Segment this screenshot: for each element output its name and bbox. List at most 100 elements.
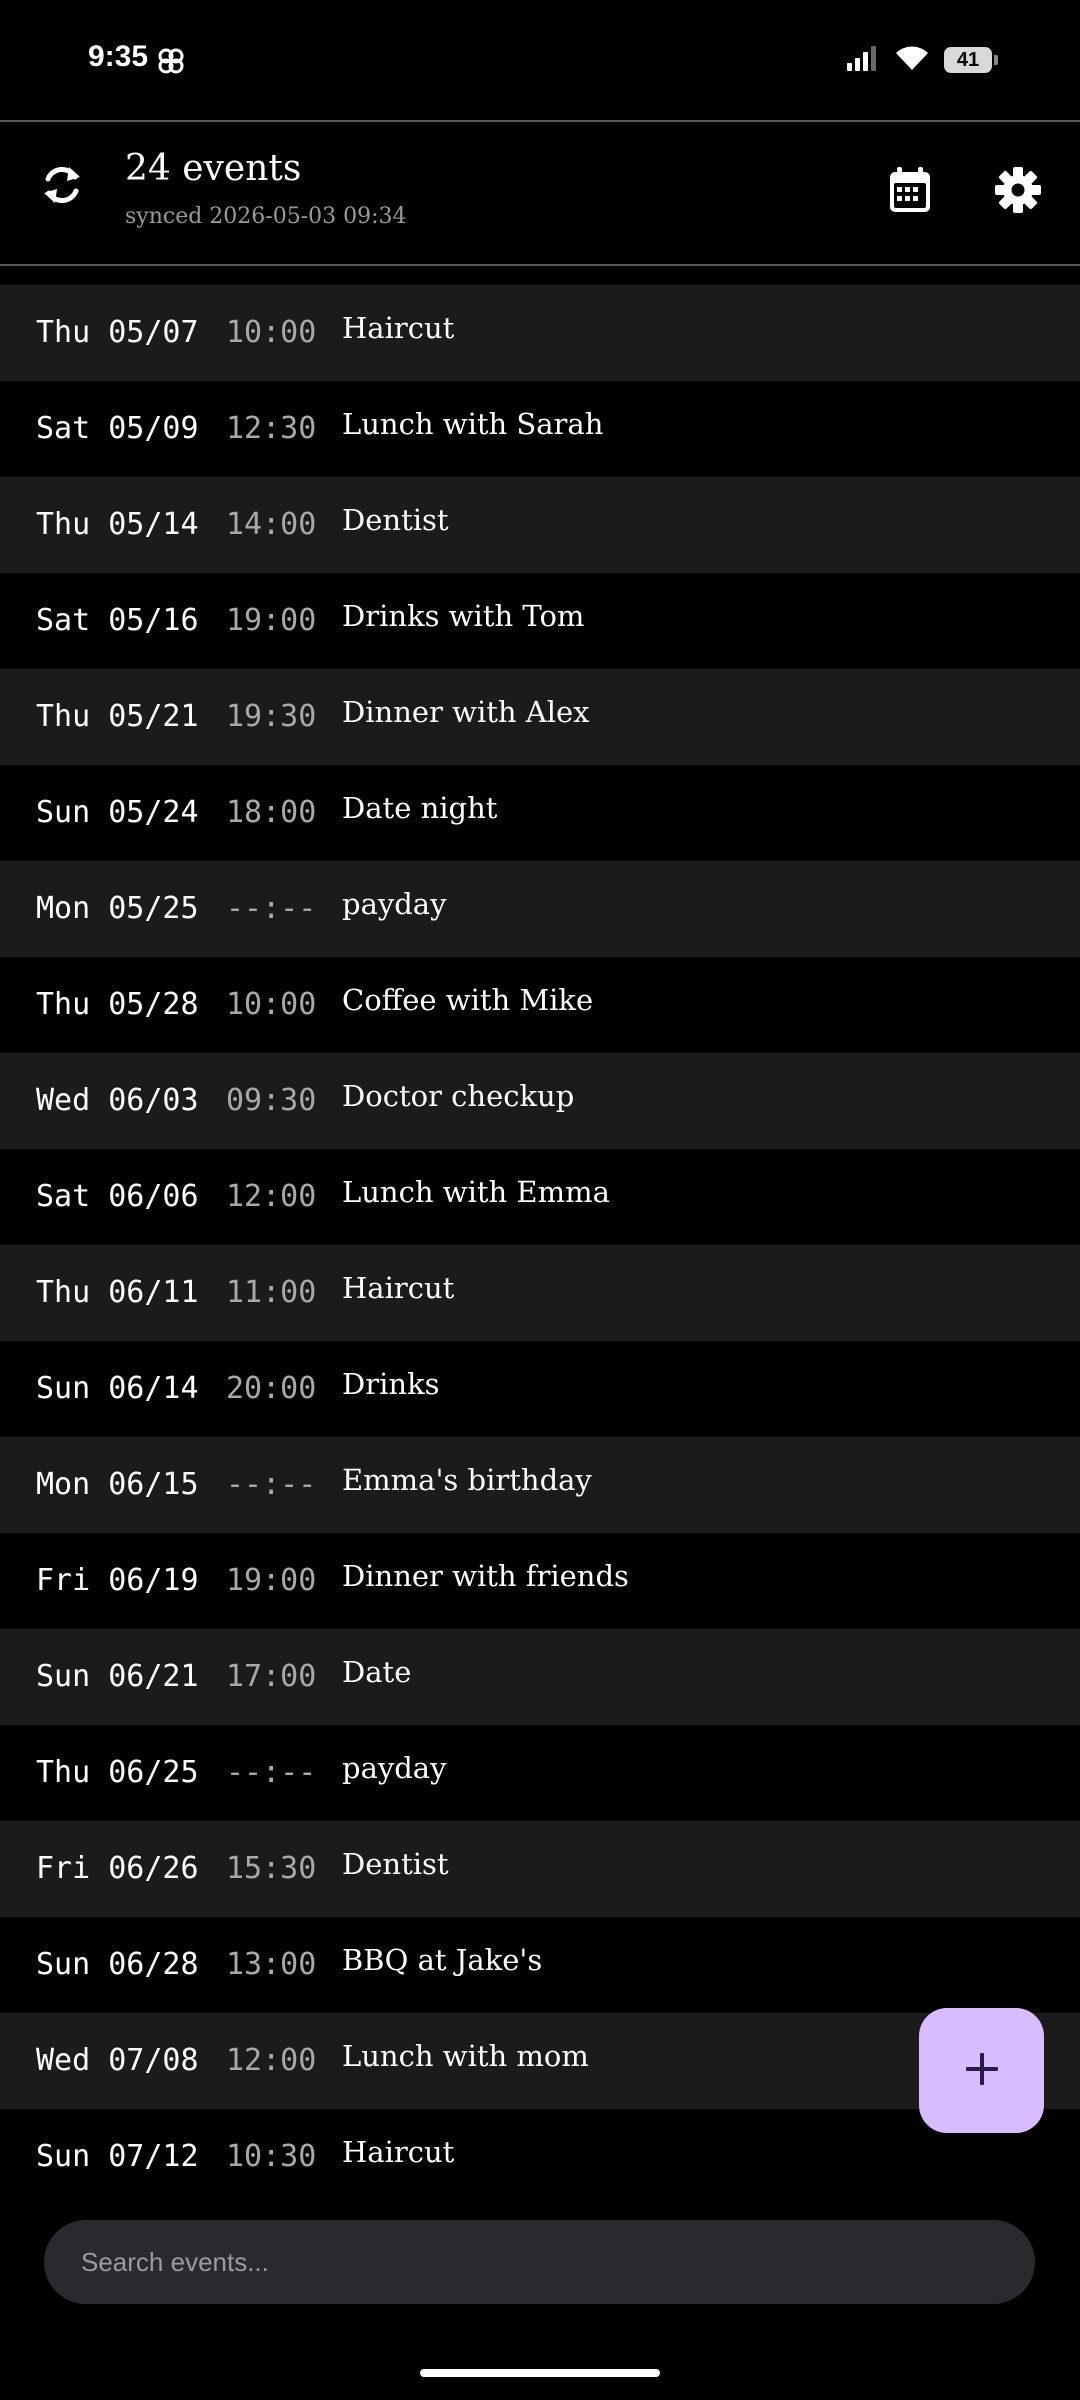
settings-button[interactable] [988,162,1048,222]
event-title: Doctor checkup [342,1079,575,1113]
event-date: Mon 06/15 [36,1467,199,1502]
event-date: Thu 05/07 [36,315,199,350]
event-title: Haircut [342,311,455,345]
event-row[interactable]: Mon 05/25 --:-- payday [0,861,1080,957]
status-bar: 9:35 41 [0,0,1080,120]
calendar-icon [888,166,932,218]
event-row[interactable]: Sun 07/12 10:30 Haircut [0,2109,1080,2205]
search-input[interactable] [44,2220,1035,2304]
event-date: Thu 05/28 [36,987,199,1022]
plus-icon [962,2049,1002,2093]
signal-icon [846,45,880,75]
event-title: BBQ at Jake's [342,1943,543,1977]
header-bottom-divider [0,264,1080,266]
event-time: 12:30 [226,411,317,446]
event-title: Drinks with Tom [342,599,585,633]
event-time: 13:00 [226,1947,317,1982]
event-title: Lunch with Emma [342,1175,610,1209]
event-row[interactable]: Thu 05/07 10:00 Haircut [0,285,1080,381]
event-date: Sat 06/06 [36,1179,199,1214]
event-time: 10:30 [226,2139,317,2174]
event-date: Sun 05/24 [36,795,199,830]
sync-status-text: synced 2026-05-03 09:34 [125,204,407,229]
event-date: Mon 05/25 [36,891,199,926]
event-date: Fri 06/19 [36,1563,199,1598]
event-date: Wed 06/03 [36,1083,199,1118]
event-date: Thu 06/11 [36,1275,199,1310]
wifi-icon [894,44,930,76]
event-time: 11:00 [226,1275,317,1310]
event-time: 09:30 [226,1083,317,1118]
event-time: 15:30 [226,1851,317,1886]
event-row[interactable]: Wed 07/08 12:00 Lunch with mom [0,2013,1080,2109]
event-time: 19:00 [226,603,317,638]
event-row[interactable]: Thu 06/11 11:00 Haircut [0,1245,1080,1341]
event-row[interactable]: Thu 05/21 19:30 Dinner with Alex [0,669,1080,765]
event-date: Thu 05/21 [36,699,199,734]
event-title: Dinner with friends [342,1559,629,1593]
event-title: Haircut [342,1271,455,1305]
event-time: 12:00 [226,1179,317,1214]
event-row[interactable]: Thu 06/25 --:-- payday [0,1725,1080,1821]
event-row[interactable]: Sat 05/16 19:00 Drinks with Tom [0,573,1080,669]
event-title: Dentist [342,1847,449,1881]
event-date: Thu 06/25 [36,1755,199,1790]
event-title: Date night [342,791,498,825]
event-row[interactable]: Sun 05/24 18:00 Date night [0,765,1080,861]
status-time: 9:35 [88,40,149,73]
event-date: Fri 06/26 [36,1851,199,1886]
event-list: Thu 05/07 10:00 Haircut Sat 05/09 12:30 Lunch… [0,285,1080,2205]
event-title: Dinner with Alex [342,695,590,729]
event-title: Lunch with mom [342,2039,589,2073]
event-row[interactable]: Sun 06/14 20:00 Drinks [0,1341,1080,1437]
battery-level: 41 [956,49,980,71]
status-icons: 41 [846,44,998,76]
event-date: Thu 05/14 [36,507,199,542]
app-header: 24 events synced 2026-05-03 09:34 [0,122,1080,264]
event-time: 18:00 [226,795,317,830]
event-date: Sun 06/28 [36,1947,199,1982]
event-row[interactable]: Sun 06/28 13:00 BBQ at Jake's [0,1917,1080,2013]
event-title: Drinks [342,1367,440,1401]
add-event-button[interactable] [919,2008,1044,2133]
event-row[interactable]: Sat 05/09 12:30 Lunch with Sarah [0,381,1080,477]
event-time: 19:30 [226,699,317,734]
event-time: --:-- [226,1755,317,1790]
battery-icon: 41 [944,47,998,73]
event-row[interactable]: Thu 05/28 10:00 Coffee with Mike [0,957,1080,1053]
event-time: 17:00 [226,1659,317,1694]
event-time: 19:00 [226,1563,317,1598]
event-row[interactable]: Sun 06/21 17:00 Date [0,1629,1080,1725]
event-time: 12:00 [226,2043,317,2078]
event-title: Emma's birthday [342,1463,592,1497]
event-time: 10:00 [226,315,317,350]
event-time: 20:00 [226,1371,317,1406]
event-title: payday [342,1751,447,1785]
event-title: Lunch with Sarah [342,407,604,441]
event-title: Coffee with Mike [342,983,594,1017]
event-time: --:-- [226,891,317,926]
event-row[interactable]: Fri 06/19 19:00 Dinner with friends [0,1533,1080,1629]
event-row[interactable]: Mon 06/15 --:-- Emma's birthday [0,1437,1080,1533]
event-row[interactable]: Fri 06/26 15:30 Dentist [0,1821,1080,1917]
event-count-title: 24 events [125,148,302,189]
sync-icon [37,160,87,214]
event-row[interactable]: Wed 06/03 09:30 Doctor checkup [0,1053,1080,1149]
event-date: Sun 07/12 [36,2139,199,2174]
event-date: Wed 07/08 [36,2043,199,2078]
event-title: payday [342,887,447,921]
event-date: Sat 05/09 [36,411,199,446]
home-indicator[interactable] [420,2369,660,2377]
event-date: Sat 05/16 [36,603,199,638]
event-date: Sun 06/21 [36,1659,199,1694]
gear-icon [994,166,1042,218]
event-date: Sun 06/14 [36,1371,199,1406]
event-time: 14:00 [226,507,317,542]
event-title: Date [342,1655,412,1689]
event-row[interactable]: Sat 06/06 12:00 Lunch with Emma [0,1149,1080,1245]
event-title: Dentist [342,503,449,537]
calendar-button[interactable] [880,162,940,222]
event-title: Haircut [342,2135,455,2169]
sync-button[interactable] [30,155,94,219]
event-row[interactable]: Thu 05/14 14:00 Dentist [0,477,1080,573]
